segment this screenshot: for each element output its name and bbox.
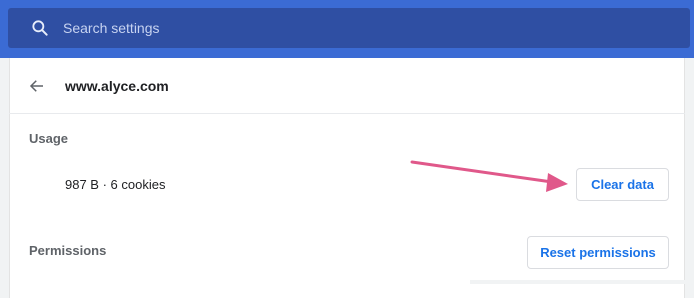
- clear-data-button[interactable]: Clear data: [576, 168, 669, 201]
- reset-permissions-button[interactable]: Reset permissions: [527, 236, 669, 269]
- bottom-strip: [470, 280, 685, 284]
- divider: [9, 113, 685, 114]
- page-title: www.alyce.com: [65, 78, 169, 94]
- permissions-heading: Permissions: [29, 243, 107, 258]
- usage-summary: 987 B · 6 cookies: [65, 177, 166, 192]
- search-input[interactable]: Search settings: [63, 20, 160, 36]
- back-arrow-icon[interactable]: [28, 77, 46, 95]
- search-icon: [32, 20, 48, 36]
- search-field[interactable]: Search settings: [8, 8, 690, 48]
- usage-heading: Usage: [29, 131, 69, 146]
- settings-toolbar: Search settings: [0, 0, 694, 58]
